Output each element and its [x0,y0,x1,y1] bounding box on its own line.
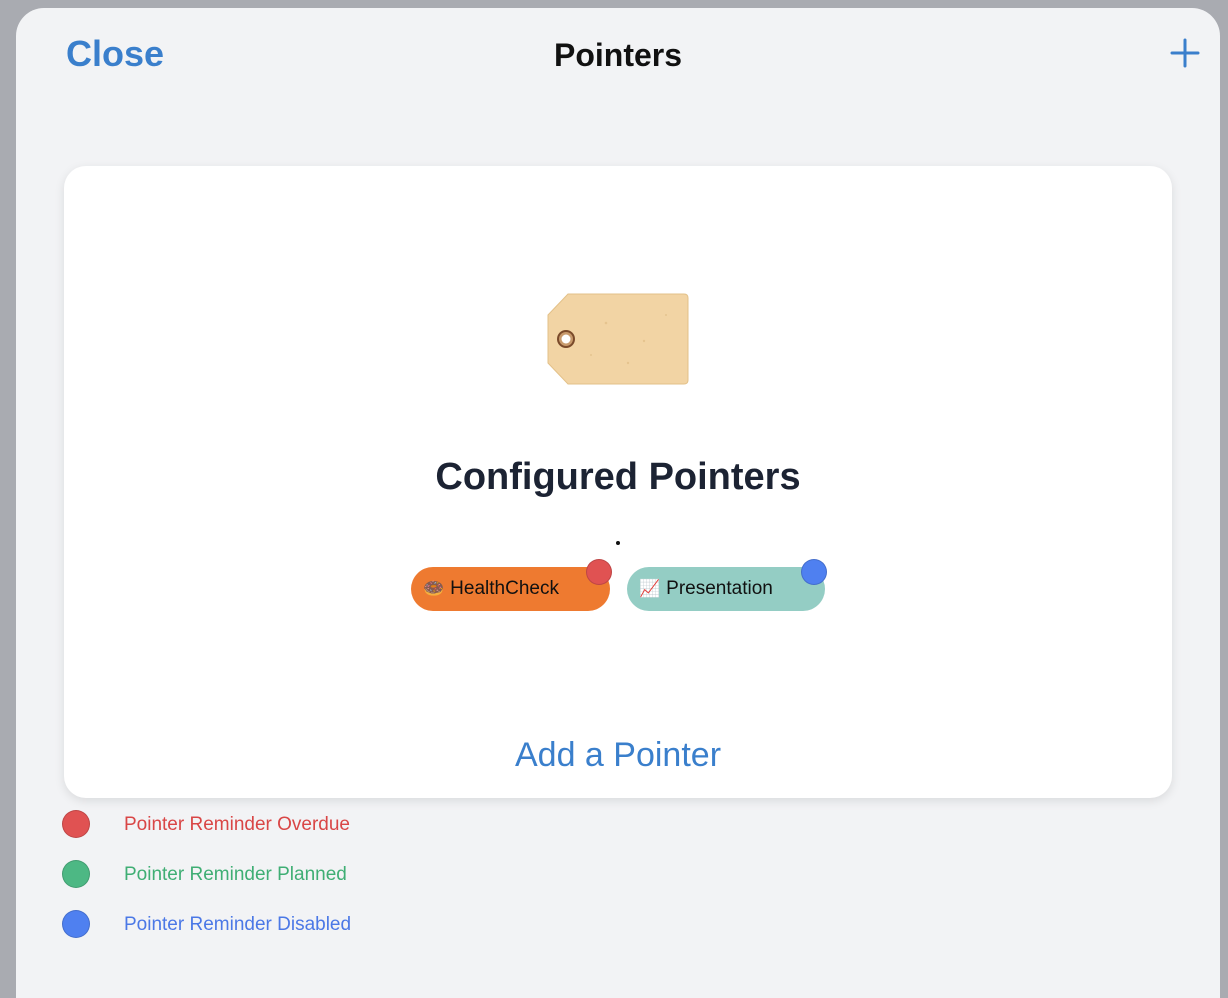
pointers-sheet: Close Pointers Configured Pointers 🍩 Hea… [16,8,1220,998]
legend-label: Pointer Reminder Overdue [124,814,350,835]
card-title: Configured Pointers [435,456,801,498]
plus-icon[interactable] [1168,36,1202,70]
dot-marker [616,541,620,545]
pointer-chip-presentation[interactable]: 📈 Presentation [627,559,827,611]
pointer-chip-healthcheck[interactable]: 🍩 HealthCheck [411,559,612,611]
blue-dot-icon [62,910,90,938]
pointer-list: 🍩 HealthCheck 📈 Presentation [411,559,831,617]
donut-icon: 🍩 [423,579,445,598]
overdue-status-badge [586,559,612,585]
chart-increasing-icon: 📈 [639,579,661,598]
legend-label: Pointer Reminder Planned [124,864,347,885]
configured-pointers-card: Configured Pointers 🍩 HealthCheck 📈 Pres… [64,166,1172,798]
legend-label: Pointer Reminder Disabled [124,914,352,935]
page-title: Pointers [553,37,683,73]
red-dot-icon [62,810,90,838]
tag-icon [546,293,690,385]
pointer-chip-label: Presentation [666,578,773,599]
add-pointer-button[interactable]: Add a Pointer [64,734,1172,776]
pointer-chip-label: HealthCheck [450,578,559,599]
green-dot-icon [62,860,90,888]
disabled-status-badge [801,559,827,585]
